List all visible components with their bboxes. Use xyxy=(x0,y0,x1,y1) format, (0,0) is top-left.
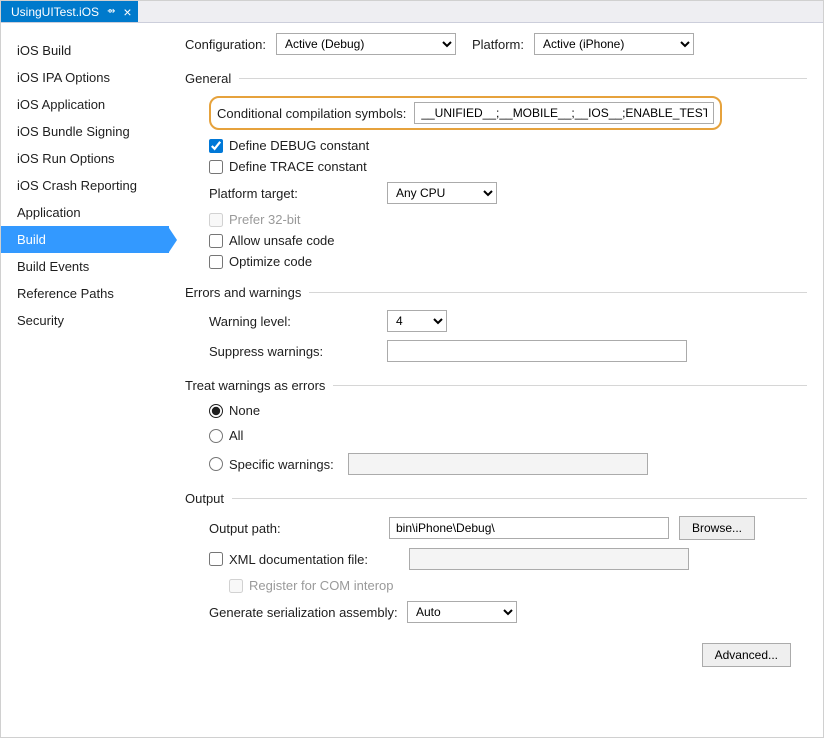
warning-level-label: Warning level: xyxy=(209,314,379,329)
conditional-symbols-input[interactable] xyxy=(414,102,714,124)
xml-doc-checkbox-row[interactable]: XML documentation file: xyxy=(209,552,399,567)
section-general-title: General xyxy=(185,71,231,86)
configuration-label: Configuration: xyxy=(185,37,266,52)
define-trace-label: Define TRACE constant xyxy=(229,159,367,174)
twae-all-row[interactable]: All xyxy=(209,428,807,443)
twae-specific-input xyxy=(348,453,648,475)
warning-level-select[interactable]: 4 xyxy=(387,310,447,332)
document-tabbar: UsingUITest.iOS ⇴ × xyxy=(1,1,823,23)
define-debug-checkbox-row[interactable]: Define DEBUG constant xyxy=(209,138,807,153)
conditional-symbols-label: Conditional compilation symbols: xyxy=(217,106,406,121)
twae-specific-row[interactable]: Specific warnings: xyxy=(209,453,807,475)
sidebar-item-ios-ipa-options[interactable]: iOS IPA Options xyxy=(1,64,169,91)
section-twae-title: Treat warnings as errors xyxy=(185,378,325,393)
twae-all-label: All xyxy=(229,428,243,443)
config-platform-row: Configuration: Active (Debug) Platform: … xyxy=(185,33,807,55)
tab-title: UsingUITest.iOS xyxy=(11,5,99,19)
twae-none-radio[interactable] xyxy=(209,404,223,418)
browse-button[interactable]: Browse... xyxy=(679,516,755,540)
xml-doc-checkbox[interactable] xyxy=(209,552,223,566)
define-trace-checkbox[interactable] xyxy=(209,160,223,174)
sidebar-item-build[interactable]: Build xyxy=(1,226,169,253)
optimize-checkbox-row[interactable]: Optimize code xyxy=(209,254,807,269)
prefer-32bit-label: Prefer 32-bit xyxy=(229,212,301,227)
platform-label: Platform: xyxy=(472,37,524,52)
conditional-symbols-highlight: Conditional compilation symbols: xyxy=(209,96,722,130)
sidebar-item-ios-application[interactable]: iOS Application xyxy=(1,91,169,118)
pin-icon[interactable]: ⇴ xyxy=(107,6,115,17)
section-output-title: Output xyxy=(185,491,224,506)
define-trace-checkbox-row[interactable]: Define TRACE constant xyxy=(209,159,807,174)
allow-unsafe-checkbox-row[interactable]: Allow unsafe code xyxy=(209,233,807,248)
platform-target-select[interactable]: Any CPU xyxy=(387,182,497,204)
twae-none-row[interactable]: None xyxy=(209,403,807,418)
xml-doc-label: XML documentation file: xyxy=(229,552,368,567)
twae-none-label: None xyxy=(229,403,260,418)
optimize-checkbox[interactable] xyxy=(209,255,223,269)
output-path-input[interactable] xyxy=(389,517,669,539)
advanced-button[interactable]: Advanced... xyxy=(702,643,791,667)
optimize-label: Optimize code xyxy=(229,254,312,269)
section-errors-title: Errors and warnings xyxy=(185,285,301,300)
register-com-label: Register for COM interop xyxy=(249,578,394,593)
sidebar-item-application[interactable]: Application xyxy=(1,199,169,226)
divider xyxy=(333,385,807,386)
sidebar-item-security[interactable]: Security xyxy=(1,307,169,334)
twae-radio-group: None All Specific warnings: xyxy=(209,403,807,475)
settings-sidebar: iOS Build iOS IPA Options iOS Applicatio… xyxy=(1,23,169,737)
suppress-warnings-input[interactable] xyxy=(387,340,687,362)
section-twae: Treat warnings as errors xyxy=(185,378,807,393)
twae-specific-radio[interactable] xyxy=(209,457,223,471)
sidebar-item-ios-bundle-signing[interactable]: iOS Bundle Signing xyxy=(1,118,169,145)
twae-specific-label: Specific warnings: xyxy=(229,457,334,472)
project-properties-window: UsingUITest.iOS ⇴ × iOS Build iOS IPA Op… xyxy=(0,0,824,738)
gen-serial-label: Generate serialization assembly: xyxy=(209,605,399,620)
sidebar-item-ios-run-options[interactable]: iOS Run Options xyxy=(1,145,169,172)
platform-target-label: Platform target: xyxy=(209,186,379,201)
twae-all-radio[interactable] xyxy=(209,429,223,443)
define-debug-checkbox[interactable] xyxy=(209,139,223,153)
prefer-32bit-checkbox xyxy=(209,213,223,227)
allow-unsafe-checkbox[interactable] xyxy=(209,234,223,248)
prefer-32bit-checkbox-row: Prefer 32-bit xyxy=(209,212,807,227)
gen-serial-select[interactable]: Auto xyxy=(407,601,517,623)
sidebar-item-build-events[interactable]: Build Events xyxy=(1,253,169,280)
section-output: Output xyxy=(185,491,807,506)
divider xyxy=(239,78,807,79)
main-panel: Configuration: Active (Debug) Platform: … xyxy=(169,23,823,737)
body: iOS Build iOS IPA Options iOS Applicatio… xyxy=(1,23,823,737)
section-errors: Errors and warnings xyxy=(185,285,807,300)
divider xyxy=(232,498,807,499)
divider xyxy=(309,292,807,293)
register-com-checkbox-row: Register for COM interop xyxy=(229,578,807,593)
register-com-checkbox xyxy=(229,579,243,593)
define-debug-label: Define DEBUG constant xyxy=(229,138,369,153)
suppress-warnings-label: Suppress warnings: xyxy=(209,344,379,359)
close-icon[interactable]: × xyxy=(123,5,131,19)
platform-select[interactable]: Active (iPhone) xyxy=(534,33,694,55)
sidebar-item-ios-build[interactable]: iOS Build xyxy=(1,37,169,64)
section-general: General xyxy=(185,71,807,86)
sidebar-item-ios-crash-reporting[interactable]: iOS Crash Reporting xyxy=(1,172,169,199)
sidebar-item-reference-paths[interactable]: Reference Paths xyxy=(1,280,169,307)
footer-row: Advanced... xyxy=(185,643,791,667)
configuration-select[interactable]: Active (Debug) xyxy=(276,33,456,55)
xml-doc-input xyxy=(409,548,689,570)
output-path-label: Output path: xyxy=(209,521,379,536)
document-tab[interactable]: UsingUITest.iOS ⇴ × xyxy=(1,1,138,22)
allow-unsafe-label: Allow unsafe code xyxy=(229,233,335,248)
